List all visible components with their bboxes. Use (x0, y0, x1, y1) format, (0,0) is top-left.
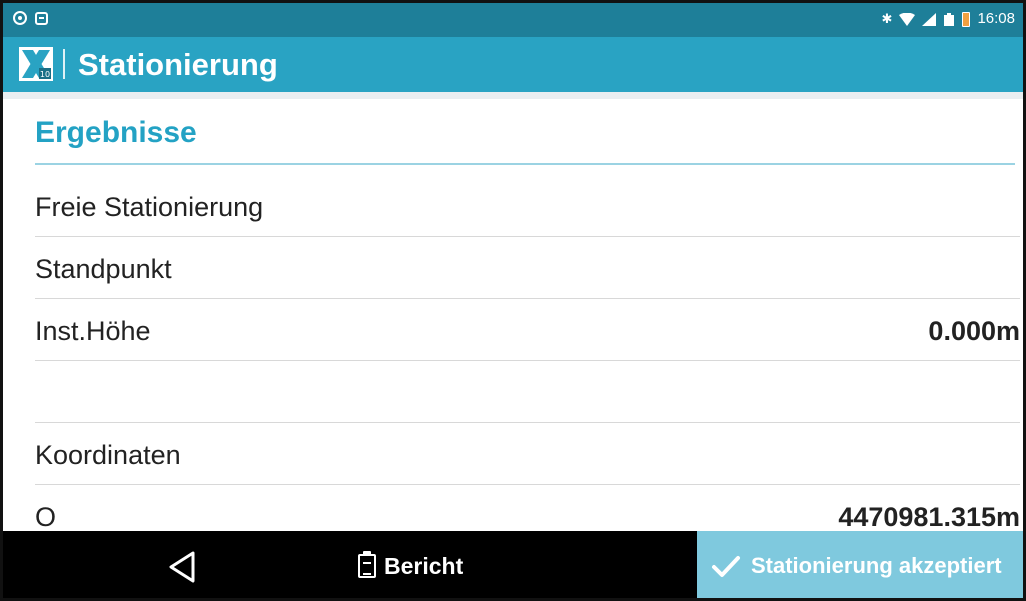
svg-text:10: 10 (40, 70, 50, 79)
accept-station-button[interactable]: Stationierung akzeptiert (697, 531, 1023, 598)
action-bar-divider (63, 49, 65, 79)
row-value: 4470981.315m (838, 502, 1020, 531)
app-logo-icon[interactable]: 10 (19, 47, 53, 81)
status-bar: ✱ 16:08 (3, 3, 1023, 37)
check-icon (712, 556, 740, 577)
list-item-o[interactable]: O 4470981.315m (35, 485, 1020, 531)
status-time: 16:08 (977, 10, 1015, 27)
battery-icon (962, 11, 971, 27)
clipboard-icon (358, 551, 376, 578)
report-label: Bericht (384, 552, 464, 579)
section-underline (35, 163, 1015, 165)
status-left (13, 11, 48, 25)
row-label: Standpunkt (35, 254, 172, 284)
row-label: Koordinaten (35, 440, 181, 470)
signal-icon (922, 12, 937, 26)
back-triangle-icon[interactable] (163, 549, 203, 585)
row-label: Freie Stationierung (35, 192, 264, 222)
action-bar: 10 Stationierung (3, 37, 1023, 92)
row-label: Inst.Höhe (35, 316, 151, 346)
list-item-empty (35, 361, 1020, 423)
row-label: O (35, 502, 57, 531)
app-notification-icon (35, 11, 48, 25)
page-title: Stationierung (78, 47, 278, 82)
wifi-icon (899, 12, 916, 26)
list-item-freie-stationierung[interactable]: Freie Stationierung (35, 175, 1020, 237)
results-panel[interactable]: Ergebnisse Freie Stationierung Standpunk… (3, 99, 1023, 531)
row-value: 0.000m (928, 316, 1020, 346)
list-item-standpunkt[interactable]: Standpunkt (35, 237, 1020, 299)
bottom-bar: Bericht Stationierung akzeptiert (3, 531, 1023, 598)
accept-label: Stationierung akzeptiert (751, 553, 1002, 578)
battery-saver-icon (944, 12, 955, 26)
bluetooth-icon: ✱ (881, 11, 893, 26)
report-button[interactable]: Bericht (358, 549, 463, 583)
list-item-koordinaten[interactable]: Koordinaten (35, 423, 1020, 485)
list-item-inst-hoehe[interactable]: Inst.Höhe 0.000m (35, 299, 1020, 361)
status-right: ✱ 16:08 (882, 10, 1015, 28)
content-divider (3, 92, 1023, 99)
eye-icon (13, 11, 27, 25)
app-window: ✱ 16:08 10 Stationierung Ergebnisse Frei… (0, 0, 1026, 601)
section-title: Ergebnisse (35, 116, 197, 149)
